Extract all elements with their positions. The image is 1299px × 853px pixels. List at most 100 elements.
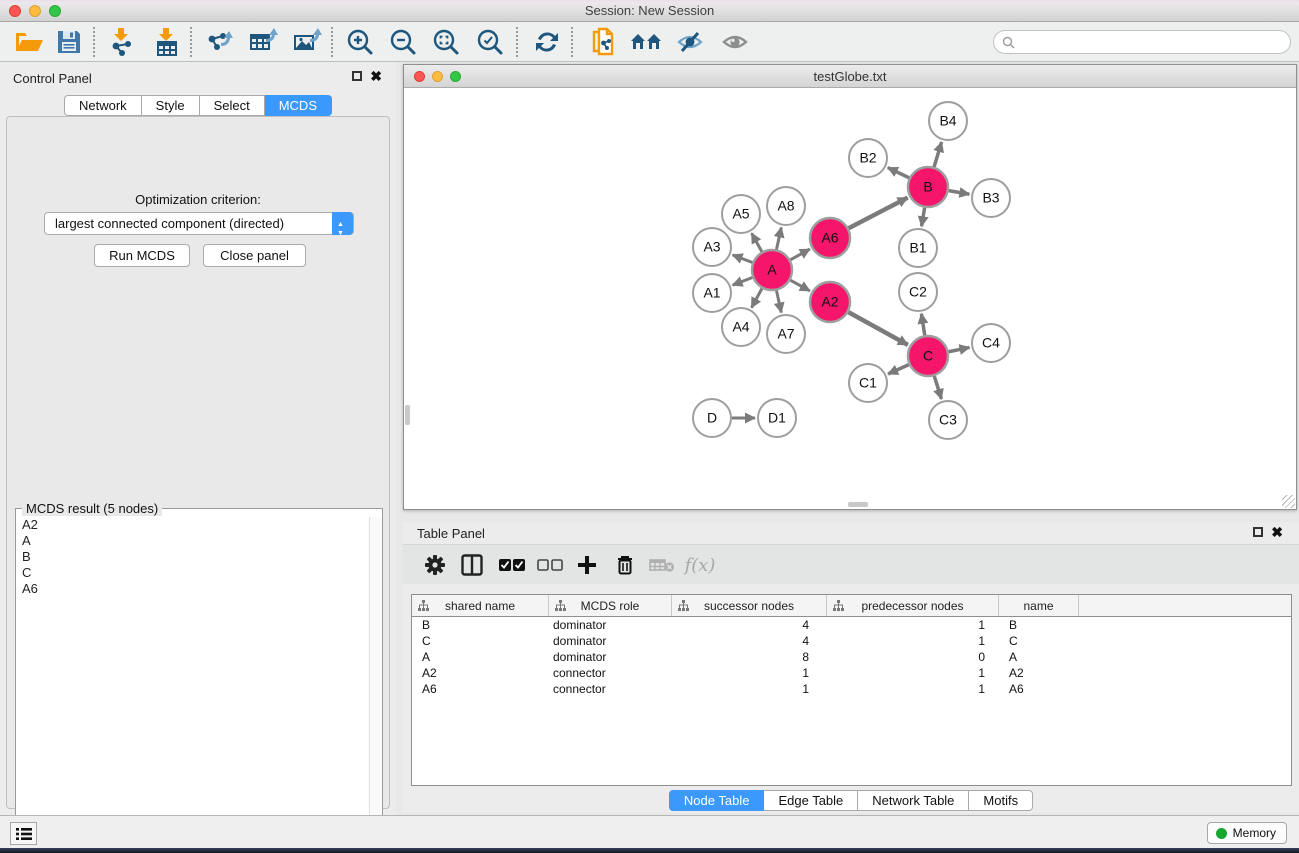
table-options-button[interactable] xyxy=(418,549,452,581)
result-item[interactable]: A2 xyxy=(22,517,368,533)
select-all-button[interactable] xyxy=(495,549,529,581)
graph-edge-B-B4[interactable] xyxy=(934,142,942,167)
table-cell[interactable]: B xyxy=(999,618,1079,632)
import-network-button[interactable] xyxy=(103,25,141,59)
graph-edge-C-C1[interactable] xyxy=(888,365,909,374)
graph-edge-B-B2[interactable] xyxy=(888,168,909,178)
table-cell[interactable]: 1 xyxy=(827,666,999,680)
zoom-fit-button[interactable] xyxy=(427,25,465,59)
table-tab-motifs[interactable]: Motifs xyxy=(969,790,1033,811)
table-cell[interactable]: dominator xyxy=(549,634,672,648)
graph-node-C2[interactable]: C2 xyxy=(899,273,937,311)
graph-node-A1[interactable]: A1 xyxy=(693,274,731,312)
table-cell[interactable]: C xyxy=(999,634,1079,648)
graph-node-A8[interactable]: A8 xyxy=(767,187,805,225)
table-cell[interactable]: 1 xyxy=(827,634,999,648)
graph-node-C4[interactable]: C4 xyxy=(972,324,1010,362)
function-builder-button[interactable]: f(x) xyxy=(683,549,717,581)
table-cell[interactable]: 1 xyxy=(672,682,827,696)
zoom-selected-button[interactable] xyxy=(471,25,509,59)
table-float-panel-icon[interactable] xyxy=(1253,527,1263,537)
add-column-button[interactable] xyxy=(570,549,604,581)
new-network-from-selection-button[interactable] xyxy=(585,25,623,59)
graph-node-A5[interactable]: A5 xyxy=(722,195,760,233)
result-scrollbar[interactable] xyxy=(369,517,381,849)
table-row[interactable]: Bdominator41B xyxy=(412,617,1291,633)
network-graph-canvas[interactable]: AA1A2A3A4A5A6A7A8BB1B2B3B4CC1C2C3C4DD1 xyxy=(404,88,1296,509)
graph-node-C3[interactable]: C3 xyxy=(929,401,967,439)
table-close-panel-icon[interactable]: ✖ xyxy=(1271,527,1283,537)
graph-edge-A-A6[interactable] xyxy=(790,249,809,260)
graph-edge-B-B1[interactable] xyxy=(922,208,925,227)
graph-node-C[interactable]: C xyxy=(908,336,948,376)
column-header-predecessor-nodes[interactable]: predecessor nodes xyxy=(827,595,999,616)
table-row[interactable]: A2connector11A2 xyxy=(412,665,1291,681)
table-cell[interactable]: A2 xyxy=(412,666,549,680)
graph-edge-A2-C[interactable] xyxy=(848,312,907,345)
graph-edge-A-A3[interactable] xyxy=(733,255,753,263)
graph-node-A6[interactable]: A6 xyxy=(810,218,850,258)
export-table-button[interactable] xyxy=(244,25,282,59)
column-header-shared-name[interactable]: shared name xyxy=(412,595,549,616)
graph-edge-A-A5[interactable] xyxy=(752,233,762,251)
close-panel-icon[interactable]: ✖ xyxy=(370,71,382,81)
criterion-dropdown[interactable]: largest connected component (directed) xyxy=(44,212,354,235)
tab-mcds[interactable]: MCDS xyxy=(265,95,332,116)
graph-node-D1[interactable]: D1 xyxy=(758,399,796,437)
table-cell[interactable]: 8 xyxy=(672,650,827,664)
table-cell[interactable]: A6 xyxy=(999,682,1079,696)
table-cell[interactable]: A2 xyxy=(999,666,1079,680)
import-table-button[interactable] xyxy=(148,25,186,59)
deselect-all-button[interactable] xyxy=(533,549,567,581)
show-panels-button[interactable] xyxy=(10,822,37,845)
table-cell[interactable]: 1 xyxy=(827,618,999,632)
graph-node-A[interactable]: A xyxy=(752,250,792,290)
search-input[interactable] xyxy=(1020,32,1284,52)
table-row[interactable]: Cdominator41C xyxy=(412,633,1291,649)
export-network-button[interactable] xyxy=(200,25,238,59)
column-header-name[interactable]: name xyxy=(999,595,1079,616)
graph-edge-A-A4[interactable] xyxy=(752,288,762,307)
graph-node-A2[interactable]: A2 xyxy=(810,282,850,322)
graph-edge-A-A7[interactable] xyxy=(776,291,781,313)
graph-node-B4[interactable]: B4 xyxy=(929,102,967,140)
graph-node-B3[interactable]: B3 xyxy=(972,179,1010,217)
graph-edge-B-B3[interactable] xyxy=(949,191,970,195)
table-row[interactable]: A6connector11A6 xyxy=(412,681,1291,697)
graph-node-A3[interactable]: A3 xyxy=(693,228,731,266)
show-column-button[interactable] xyxy=(455,549,489,581)
hide-selected-button[interactable] xyxy=(671,25,709,59)
result-item[interactable]: A6 xyxy=(22,581,368,597)
table-cell[interactable]: dominator xyxy=(549,618,672,632)
table-cell[interactable]: 4 xyxy=(672,634,827,648)
graph-node-A7[interactable]: A7 xyxy=(767,315,805,353)
network-resize-grip[interactable] xyxy=(1282,495,1295,508)
delete-column-button[interactable] xyxy=(608,549,642,581)
search-field[interactable] xyxy=(993,30,1291,54)
graph-edge-A-A8[interactable] xyxy=(776,227,781,249)
table-cell[interactable]: A xyxy=(999,650,1079,664)
graph-node-B2[interactable]: B2 xyxy=(849,139,887,177)
table-cell[interactable]: dominator xyxy=(549,650,672,664)
float-panel-icon[interactable] xyxy=(352,71,362,81)
graph-edge-A6-B[interactable] xyxy=(849,198,908,229)
network-vertical-scrollbar[interactable] xyxy=(405,405,410,425)
run-mcds-button[interactable]: Run MCDS xyxy=(94,244,190,267)
table-cell[interactable]: connector xyxy=(549,682,672,696)
table-cell[interactable]: connector xyxy=(549,666,672,680)
graph-edge-C-C4[interactable] xyxy=(949,347,970,351)
table-cell[interactable]: B xyxy=(412,618,549,632)
table-cell[interactable]: C xyxy=(412,634,549,648)
table-tab-edge-table[interactable]: Edge Table xyxy=(764,790,858,811)
first-neighbors-button[interactable] xyxy=(628,25,666,59)
apply-layout-button[interactable] xyxy=(528,25,566,59)
delete-table-button[interactable] xyxy=(645,549,679,581)
network-horizontal-scrollbar[interactable] xyxy=(848,502,868,507)
tab-style[interactable]: Style xyxy=(142,95,200,116)
tab-network[interactable]: Network xyxy=(64,95,142,116)
tab-select[interactable]: Select xyxy=(200,95,265,116)
table-tab-node-table[interactable]: Node Table xyxy=(669,790,765,811)
open-session-button[interactable] xyxy=(10,25,48,59)
table-cell[interactable]: 0 xyxy=(827,650,999,664)
result-item[interactable]: B xyxy=(22,549,368,565)
